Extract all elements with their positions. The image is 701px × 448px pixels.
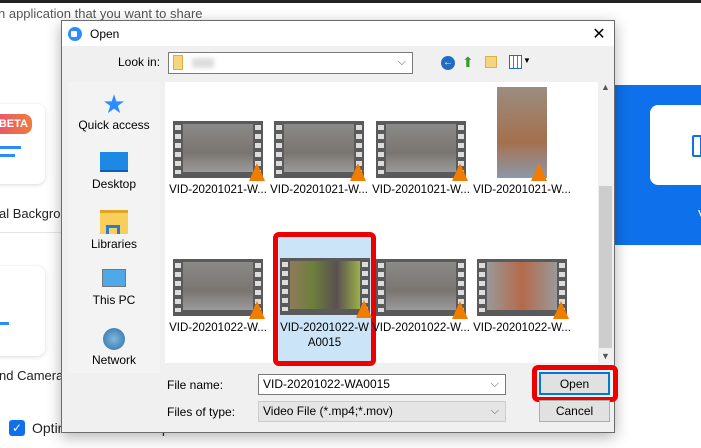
vlc-icon xyxy=(249,301,265,319)
file-item[interactable]: VID-20201022-W... xyxy=(472,259,572,334)
file-item[interactable]: VID-20201022-W... xyxy=(371,259,471,334)
view-menu-icon[interactable] xyxy=(509,55,522,69)
dialog-title: Open xyxy=(90,26,120,41)
bar-icon xyxy=(0,146,21,149)
open-button[interactable]: Open xyxy=(539,372,610,395)
vlc-icon xyxy=(553,301,569,319)
file-item[interactable]: VID-20201021-W... xyxy=(472,87,572,196)
blurred-folder-name xyxy=(192,57,215,68)
bar-icon xyxy=(0,322,9,325)
file-label: VID-20201022-W... xyxy=(169,322,267,334)
virtual-background-card[interactable]: BETA xyxy=(0,104,45,184)
network-icon xyxy=(103,328,125,350)
back-icon[interactable]: ← xyxy=(441,56,455,70)
folder-icon xyxy=(173,55,183,71)
file-label: VID-20201022-W... xyxy=(372,322,470,334)
file-label: VID-20201021-W... xyxy=(372,184,470,196)
share-option-card[interactable] xyxy=(650,105,701,185)
sidebar-item-label: Quick access xyxy=(78,118,150,132)
star-icon: ★ xyxy=(102,89,126,119)
computer-icon xyxy=(102,269,126,287)
file-label: VID-20201021-W... xyxy=(473,184,571,196)
scroll-up-icon[interactable]: ▲ xyxy=(598,82,613,92)
file-type-value: Video File (*.mp4;*.mov) xyxy=(263,404,393,418)
file-label: VID-20201022-W... xyxy=(473,322,571,334)
file-name-label: File name: xyxy=(167,378,224,392)
vlc-icon xyxy=(452,163,468,181)
file-name-input[interactable]: VID-20201022-WA0015 ⌵ xyxy=(258,374,506,395)
sidebar-item-label: Desktop xyxy=(91,177,137,191)
vertical-scrollbar[interactable]: ▲ ▼ xyxy=(598,82,613,363)
scrollbar-thumb[interactable] xyxy=(599,186,612,348)
file-label: VID-20201021-W... xyxy=(169,184,267,196)
sidebar-item-network[interactable]: Network xyxy=(68,328,160,367)
chevron-down-icon: ⌵ xyxy=(490,378,499,390)
share-instruction: n application that you want to share xyxy=(0,6,203,21)
close-button[interactable]: ✕ xyxy=(584,24,614,44)
vlc-icon xyxy=(452,301,468,319)
up-folder-icon[interactable]: ⬆ xyxy=(462,54,474,71)
sidebar-item-libraries[interactable]: Libraries xyxy=(68,210,160,251)
vlc-icon xyxy=(355,300,372,318)
vlc-icon xyxy=(249,163,265,181)
libraries-icon xyxy=(100,210,128,234)
camera-card[interactable] xyxy=(0,266,45,356)
title-bar: Open ✕ xyxy=(62,21,614,46)
file-item[interactable]: VID-20201021-W... xyxy=(168,121,268,196)
selected-file-item[interactable]: VID-20201022-WA0015 xyxy=(273,232,376,366)
camera-label: nd Camera xyxy=(0,368,64,383)
window-top-edge xyxy=(0,0,701,3)
file-label: VID-20201022-WA0015 xyxy=(280,322,369,349)
open-dialog: Open ✕ Look in: ⌵ ← ⬆ ▼ ★ Quick access D… xyxy=(61,20,618,433)
zoom-app-icon xyxy=(68,26,82,41)
look-in-label: Look in: xyxy=(118,55,161,69)
vlc-icon xyxy=(531,163,547,181)
desktop-icon xyxy=(100,152,128,172)
sidebar-item-quick-access[interactable]: ★ Quick access xyxy=(68,90,160,132)
sidebar-item-label: This PC xyxy=(92,293,136,307)
file-item[interactable]: VID-20201021-W... xyxy=(269,121,369,196)
look-in-dropdown[interactable]: ⌵ xyxy=(168,52,413,74)
file-item[interactable]: VID-20201021-W... xyxy=(371,121,471,196)
cancel-button[interactable]: Cancel xyxy=(539,400,610,422)
share-panel: V xyxy=(614,85,701,245)
sidebar-item-label: Network xyxy=(91,353,136,367)
file-type-label: Files of type: xyxy=(167,405,236,419)
view-menu-dropdown-icon[interactable]: ▼ xyxy=(523,56,531,65)
file-label: VID-20201021-W... xyxy=(270,184,368,196)
grid-icon xyxy=(692,135,701,157)
beta-badge: BETA xyxy=(0,114,32,134)
chevron-down-icon: ⌵ xyxy=(490,405,499,417)
new-folder-icon[interactable] xyxy=(485,56,497,68)
sidebar-item-desktop[interactable]: Desktop xyxy=(68,152,160,191)
vlc-icon xyxy=(350,163,366,181)
places-sidebar: ★ Quick access Desktop Libraries This PC… xyxy=(68,82,160,373)
bar-icon xyxy=(0,154,15,157)
file-name-value: VID-20201022-WA0015 xyxy=(263,377,390,391)
chevron-down-icon: ⌵ xyxy=(397,56,406,68)
sidebar-item-label: Libraries xyxy=(90,237,138,251)
file-list: VID-20201021-W... VID-20201021-W... VID-… xyxy=(165,82,613,366)
optimize-checkbox[interactable]: ✓ xyxy=(9,420,25,436)
sidebar-item-this-pc[interactable]: This PC xyxy=(68,269,160,307)
divider xyxy=(0,232,64,233)
scroll-down-icon[interactable]: ▼ xyxy=(598,351,613,361)
file-type-dropdown[interactable]: Video File (*.mp4;*.mov) ⌵ xyxy=(258,401,506,422)
file-item[interactable]: VID-20201022-W... xyxy=(168,259,268,334)
